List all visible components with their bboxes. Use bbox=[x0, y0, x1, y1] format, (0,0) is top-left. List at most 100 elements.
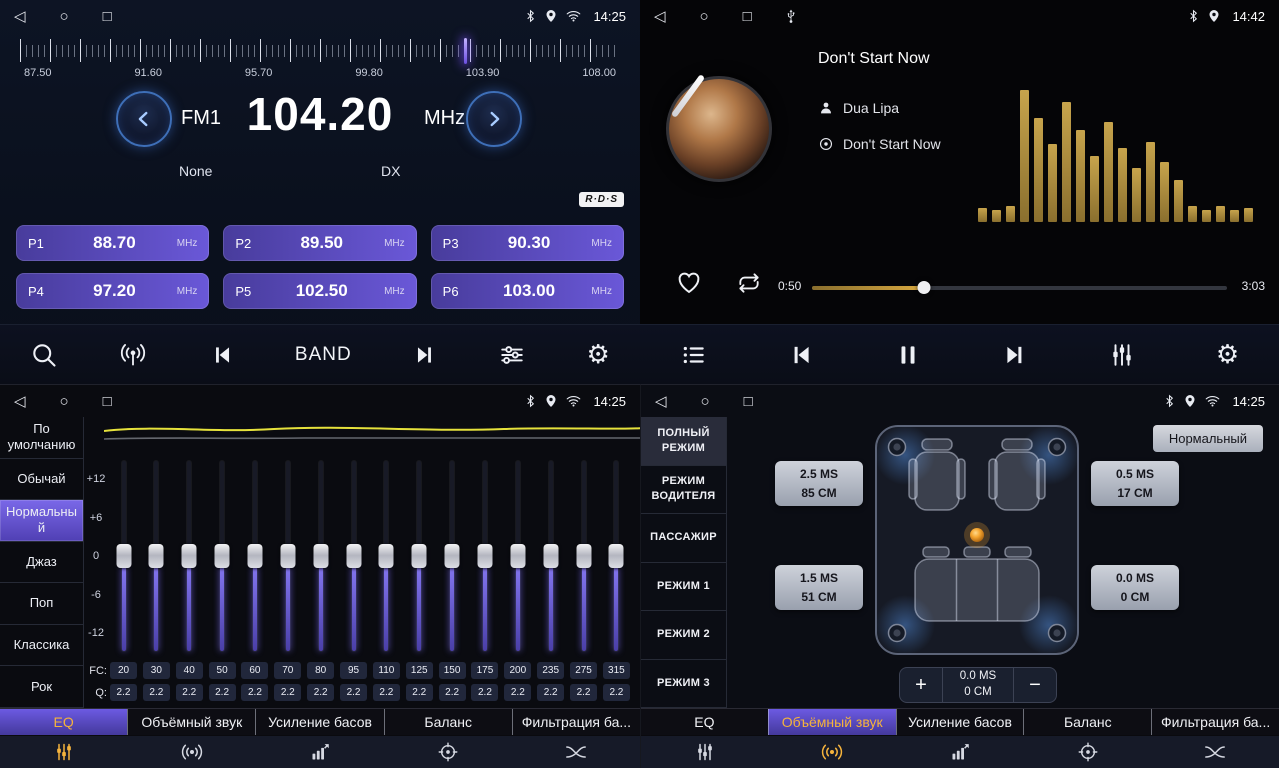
delay-rear-left[interactable]: 1.5 MS 51 CM bbox=[775, 565, 863, 610]
slider-handle[interactable] bbox=[346, 544, 361, 568]
eq-band-slider[interactable] bbox=[340, 461, 367, 651]
eq-band-slider[interactable] bbox=[603, 461, 630, 651]
frequency-scale[interactable] bbox=[20, 38, 620, 64]
eq-band-slider[interactable] bbox=[274, 461, 301, 651]
eq-band-slider[interactable] bbox=[307, 461, 334, 651]
nav-back-icon[interactable]: ◁ bbox=[654, 7, 666, 25]
delay-plus-button[interactable]: + bbox=[900, 674, 942, 697]
eq-faders-icon[interactable] bbox=[0, 736, 128, 768]
delay-front-right[interactable]: 0.5 MS 17 CM bbox=[1091, 461, 1179, 506]
nav-back-icon[interactable]: ◁ bbox=[14, 392, 26, 410]
mixer-faders-icon[interactable] bbox=[1108, 342, 1136, 368]
slider-handle[interactable] bbox=[247, 544, 262, 568]
delay-rear-right[interactable]: 0.0 MS 0 CM bbox=[1091, 565, 1179, 610]
eq-band-slider[interactable] bbox=[439, 461, 466, 651]
eq-preset-item[interactable]: Обычай bbox=[0, 459, 83, 501]
eq-band-slider[interactable] bbox=[241, 461, 268, 651]
previous-station-icon[interactable] bbox=[209, 342, 235, 368]
repeat-icon[interactable] bbox=[734, 270, 764, 301]
slider-handle[interactable] bbox=[182, 544, 197, 568]
slider-handle[interactable] bbox=[116, 544, 131, 568]
eq-preset-item[interactable]: Нормальный bbox=[0, 500, 83, 542]
playlist-icon[interactable] bbox=[680, 342, 708, 368]
tab-bass-boost[interactable]: Усиление басов bbox=[896, 709, 1024, 735]
next-station-icon[interactable] bbox=[412, 342, 438, 368]
eq-faders-icon[interactable] bbox=[641, 736, 769, 768]
eq-preset-item[interactable]: Джаз bbox=[0, 542, 83, 584]
eq-band-slider[interactable] bbox=[406, 461, 433, 651]
tune-down-button[interactable] bbox=[116, 91, 172, 147]
settings-gear-icon[interactable]: ⚙ bbox=[1216, 342, 1239, 368]
next-track-icon[interactable] bbox=[1001, 341, 1029, 369]
slider-handle[interactable] bbox=[149, 544, 164, 568]
slider-handle[interactable] bbox=[609, 544, 624, 568]
sf-mode-item[interactable]: РЕЖИМ 1 bbox=[641, 563, 726, 612]
sound-preset-button[interactable]: Нормальный bbox=[1153, 425, 1263, 452]
balance-icon[interactable] bbox=[1024, 736, 1152, 768]
tab-eq[interactable]: EQ bbox=[0, 709, 127, 735]
nav-recents-icon[interactable]: □ bbox=[743, 8, 752, 25]
eq-band-slider[interactable] bbox=[504, 461, 531, 651]
eq-band-slider[interactable] bbox=[537, 461, 564, 651]
tab-balance[interactable]: Баланс bbox=[384, 709, 512, 735]
search-icon[interactable] bbox=[30, 341, 58, 369]
tab-eq[interactable]: EQ bbox=[641, 709, 768, 735]
surround-sound-icon[interactable] bbox=[769, 736, 897, 768]
nav-home-icon[interactable]: ○ bbox=[60, 393, 69, 410]
progress-thumb[interactable] bbox=[918, 281, 931, 294]
bass-boost-icon[interactable] bbox=[896, 736, 1024, 768]
slider-handle[interactable] bbox=[313, 544, 328, 568]
eq-preset-item[interactable]: Рок bbox=[0, 666, 83, 708]
slider-handle[interactable] bbox=[543, 544, 558, 568]
slider-handle[interactable] bbox=[477, 544, 492, 568]
eq-band-slider[interactable] bbox=[209, 461, 236, 651]
preset-button-p2[interactable]: P289.50MHz bbox=[223, 225, 416, 261]
eq-preset-item[interactable]: Поп bbox=[0, 583, 83, 625]
nav-recents-icon[interactable]: □ bbox=[744, 393, 753, 410]
eq-band-slider[interactable] bbox=[110, 461, 137, 651]
sf-mode-item[interactable]: ПОЛНЫЙ РЕЖИМ bbox=[641, 417, 726, 466]
sf-mode-item[interactable]: РЕЖИМ ВОДИТЕЛЯ bbox=[641, 466, 726, 515]
preset-button-p3[interactable]: P390.30MHz bbox=[431, 225, 624, 261]
seat-diagram[interactable] bbox=[871, 421, 1083, 661]
delay-minus-button[interactable]: − bbox=[1014, 674, 1056, 697]
preset-button-p4[interactable]: P497.20MHz bbox=[16, 273, 209, 309]
eq-preset-item[interactable]: По умолчанию bbox=[0, 417, 83, 459]
slider-handle[interactable] bbox=[445, 544, 460, 568]
preset-button-p6[interactable]: P6103.00MHz bbox=[431, 273, 624, 309]
sf-mode-item[interactable]: РЕЖИМ 2 bbox=[641, 611, 726, 660]
eq-preset-item[interactable]: Классика bbox=[0, 625, 83, 667]
nav-home-icon[interactable]: ○ bbox=[60, 8, 69, 25]
delay-front-left[interactable]: 2.5 MS 85 CM bbox=[775, 461, 863, 506]
favorite-heart-icon[interactable] bbox=[674, 268, 704, 301]
filter-icon[interactable] bbox=[512, 736, 640, 768]
tab-filter[interactable]: Фильтрация ба... bbox=[512, 709, 640, 735]
preset-button-p1[interactable]: P188.70MHz bbox=[16, 225, 209, 261]
band-button[interactable]: BAND bbox=[295, 344, 352, 366]
previous-track-icon[interactable] bbox=[787, 341, 815, 369]
nav-recents-icon[interactable]: □ bbox=[103, 8, 112, 25]
pause-icon[interactable] bbox=[895, 341, 921, 369]
nav-home-icon[interactable]: ○ bbox=[701, 393, 710, 410]
eq-band-slider[interactable] bbox=[471, 461, 498, 651]
preset-button-p5[interactable]: P5102.50MHz bbox=[223, 273, 416, 309]
sf-mode-item[interactable]: ПАССАЖИР bbox=[641, 514, 726, 563]
scan-broadcast-icon[interactable] bbox=[118, 341, 148, 369]
filter-icon[interactable] bbox=[1151, 736, 1279, 768]
progress-bar[interactable] bbox=[812, 286, 1227, 290]
eq-band-slider[interactable] bbox=[143, 461, 170, 651]
slider-handle[interactable] bbox=[412, 544, 427, 568]
balance-icon[interactable] bbox=[384, 736, 512, 768]
nav-home-icon[interactable]: ○ bbox=[700, 8, 709, 25]
eq-band-slider[interactable] bbox=[570, 461, 597, 651]
frequency-needle[interactable] bbox=[464, 38, 467, 64]
nav-back-icon[interactable]: ◁ bbox=[14, 7, 26, 25]
tune-up-button[interactable] bbox=[466, 91, 522, 147]
slider-handle[interactable] bbox=[215, 544, 230, 568]
tab-surround[interactable]: Объёмный звук bbox=[768, 709, 896, 735]
eq-band-slider[interactable] bbox=[373, 461, 400, 651]
tab-balance[interactable]: Баланс bbox=[1023, 709, 1151, 735]
settings-gear-icon[interactable]: ⚙ bbox=[587, 342, 610, 368]
slider-handle[interactable] bbox=[510, 544, 525, 568]
slider-handle[interactable] bbox=[280, 544, 295, 568]
